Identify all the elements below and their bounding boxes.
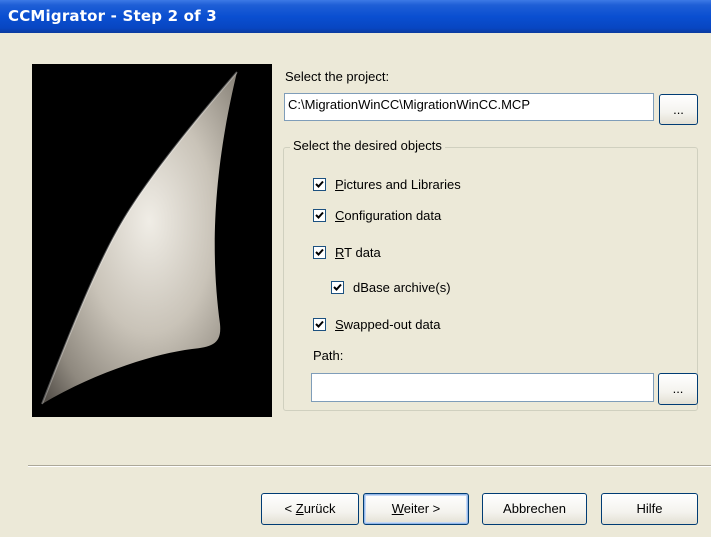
wizard-artwork <box>32 64 272 417</box>
project-label: Select the project: <box>285 69 390 84</box>
title-bar[interactable]: CCMigrator - Step 2 of 3 <box>0 0 711 33</box>
configuration-data-checkbox[interactable]: Configuration data <box>313 206 441 224</box>
rt-data-checkbox[interactable]: RT data <box>313 243 381 261</box>
help-button[interactable]: Hilfe <box>601 493 698 525</box>
back-button[interactable]: < Zurück <box>261 493 359 525</box>
cancel-button[interactable]: Abbrechen <box>482 493 587 525</box>
back-label-text: urück <box>303 501 336 516</box>
accelerator-key: W <box>391 501 404 516</box>
label-text: onfiguration data <box>344 207 442 223</box>
checkbox-checked-icon <box>313 208 326 222</box>
checkbox-checked-icon <box>313 317 326 331</box>
pictures-libraries-label: Pictures and Libraries <box>335 177 461 192</box>
checkbox-checked-icon <box>331 280 344 294</box>
label-text: T data <box>344 244 381 260</box>
window-title: CCMigrator - Step 2 of 3 <box>8 7 217 25</box>
rt-data-label: RT data <box>335 245 381 260</box>
objects-group-title: Select the desired objects <box>290 138 445 153</box>
label-text: wapped-out data <box>343 316 441 332</box>
dbase-archive-label: dBase archive(s) <box>353 279 451 295</box>
accelerator-key: Z <box>295 501 304 516</box>
accelerator-key: R <box>335 244 345 260</box>
dbase-archive-checkbox[interactable]: dBase archive(s) <box>331 278 451 296</box>
button-separator <box>28 465 711 467</box>
checkbox-checked-icon <box>313 177 326 191</box>
accelerator-key: C <box>335 207 345 223</box>
path-label: Path: <box>313 348 344 363</box>
label-text: ictures and Libraries <box>343 176 461 192</box>
swapped-out-data-checkbox[interactable]: Swapped-out data <box>313 315 441 333</box>
pictures-libraries-checkbox[interactable]: Pictures and Libraries <box>313 175 461 193</box>
project-browse-button[interactable]: ... <box>659 94 698 125</box>
accelerator-key: S <box>335 316 344 332</box>
checkbox-checked-icon <box>313 245 326 259</box>
path-browse-button[interactable]: ... <box>658 373 698 405</box>
back-prefix: < <box>284 501 296 516</box>
configuration-data-label: Configuration data <box>335 208 441 223</box>
archive-path-field[interactable] <box>311 373 654 402</box>
accelerator-key: P <box>335 176 344 192</box>
project-path-field[interactable]: C:\MigrationWinCC\MigrationWinCC.MCP <box>284 93 654 121</box>
next-label-text: eiter > <box>403 501 441 516</box>
swapped-out-data-label: Swapped-out data <box>335 317 441 332</box>
next-button[interactable]: Weiter > <box>363 493 469 525</box>
